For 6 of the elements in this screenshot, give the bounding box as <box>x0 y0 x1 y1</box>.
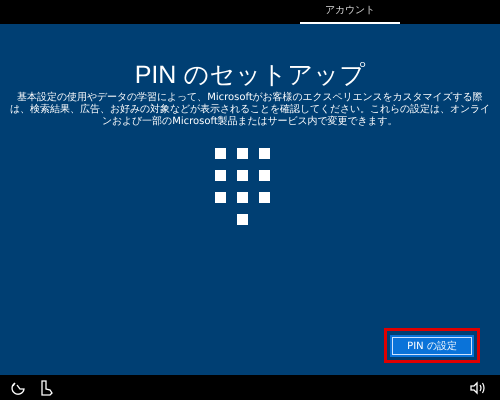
description-text: 基本設定の使用やデータの学習によって、Microsoftがお客様のエクスペリエンスをカスタマイズする際は、検索結果、広告、お好みの対象などが表示されることを確認してください。これらの設定は、オンラインおよび一部のMicrosoft製品またはサービス内で変更できます。 <box>10 92 490 128</box>
pin-setup-button[interactable]: PIN の設定 <box>392 337 472 355</box>
volume-icon[interactable] <box>470 380 486 394</box>
account-tab[interactable]: アカウント <box>300 0 400 24</box>
page-title: PIN のセットアップ <box>134 60 366 90</box>
ease-of-access-icon[interactable] <box>10 380 26 396</box>
